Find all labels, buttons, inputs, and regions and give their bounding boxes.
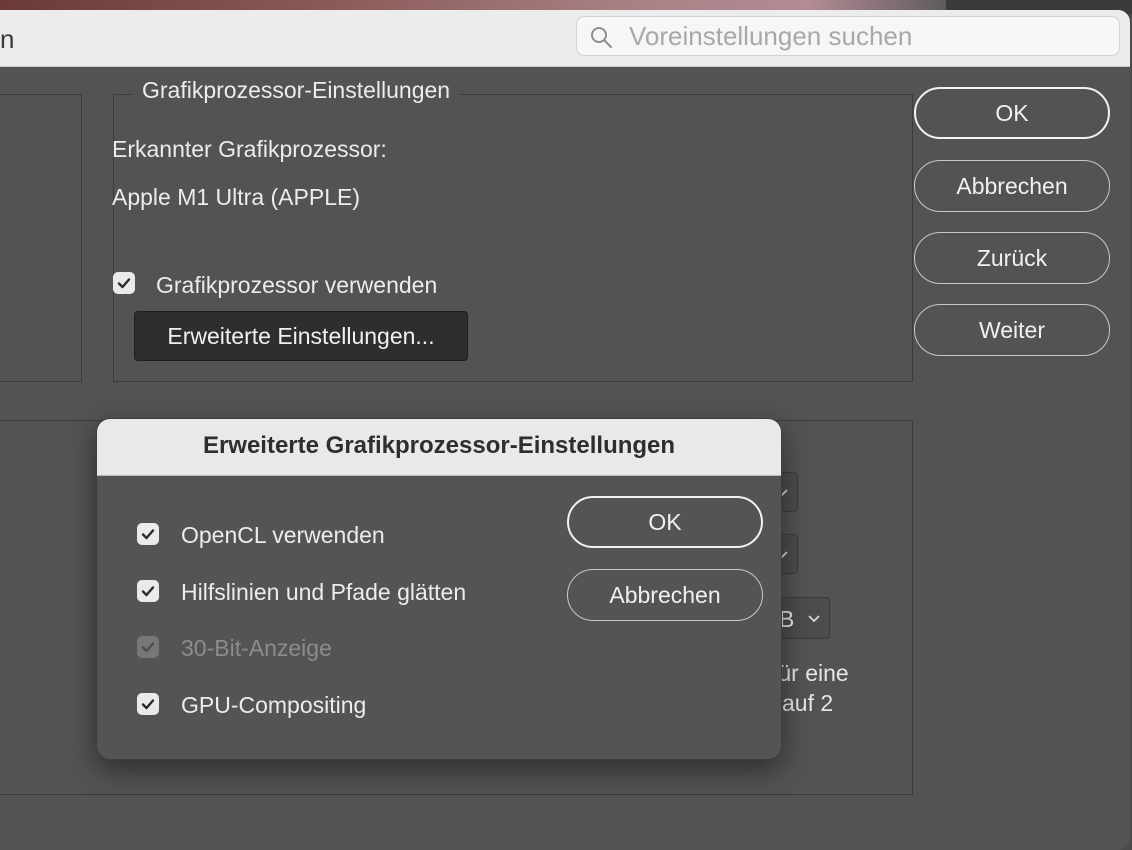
background-text-line2: auf 2 (782, 690, 834, 716)
next-button[interactable]: Weiter (914, 304, 1110, 356)
cancel-button[interactable]: Abbrechen (914, 160, 1110, 212)
dialog-ok-button[interactable]: OK (567, 496, 763, 548)
gpu-compositing-label: GPU-Compositing (181, 692, 367, 718)
checkmark-icon (117, 278, 131, 289)
gpu-settings-legend: Grafikprozessor-Einstellungen (132, 77, 461, 104)
opencl-checkbox[interactable] (137, 523, 159, 545)
advanced-settings-button[interactable]: Erweiterte Einstellungen... (134, 311, 468, 361)
window-titlebar: n (0, 10, 1130, 67)
left-settings-group (0, 94, 82, 382)
chevron-down-icon (808, 615, 820, 623)
ok-button[interactable]: OK (914, 87, 1110, 139)
search-icon (591, 27, 612, 48)
back-button[interactable]: Zurück (914, 232, 1110, 284)
30bit-display-checkbox (137, 636, 159, 658)
dialog-title: Erweiterte Grafikprozessor-Einstellungen (202, 432, 676, 459)
background-text-line1: für eine (772, 660, 849, 686)
search-input[interactable] (629, 17, 1099, 55)
checkmark-icon (141, 529, 155, 540)
search-field[interactable] (576, 16, 1120, 56)
window-title: n (0, 24, 15, 54)
opencl-label: OpenCL verwenden (181, 522, 385, 548)
detected-gpu-value: Apple M1 Ultra (APPLE) (112, 184, 360, 210)
dialog-cancel-button[interactable]: Abbrechen (567, 569, 763, 621)
antialias-guides-checkbox[interactable] (137, 580, 159, 602)
dialog-header: Erweiterte Grafikprozessor-Einstellungen (97, 419, 781, 476)
detected-gpu-label: Erkannter Grafikprozessor: (112, 136, 387, 162)
checkmark-icon (141, 699, 155, 710)
gpu-compositing-checkbox[interactable] (137, 693, 159, 715)
antialias-guides-label: Hilfslinien und Pfade glätten (181, 579, 467, 605)
use-gpu-label: Grafikprozessor verwenden (156, 272, 438, 298)
30bit-display-label: 30-Bit-Anzeige (181, 635, 332, 661)
checkmark-icon (141, 642, 155, 653)
checkmark-icon (141, 586, 155, 597)
advanced-gpu-settings-dialog: Erweiterte Grafikprozessor-Einstellungen… (96, 418, 782, 760)
use-gpu-checkbox[interactable] (113, 272, 135, 294)
